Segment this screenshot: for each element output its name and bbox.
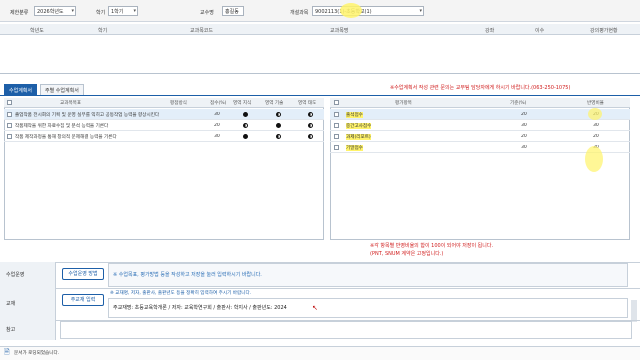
col-objective: 교과목목표 — [60, 101, 82, 106]
knowledge-dot-icon — [243, 134, 248, 139]
objective-text: 작품제작을 위한 자료수집 및 분석 능력을 기른다 — [15, 124, 109, 129]
col-eval-ratio: 반영비율 — [587, 101, 604, 106]
reference-input[interactable] — [60, 321, 632, 339]
term-value: 1학기 — [111, 9, 124, 15]
highlight-mark — [585, 146, 603, 172]
reference-label: 참고 — [0, 320, 56, 340]
col-year: 학년도 — [30, 28, 44, 34]
table-row[interactable] — [330, 142, 630, 153]
textbook-scrollbar[interactable] — [631, 300, 637, 322]
category-value: 2026학년도 — [37, 9, 64, 15]
document-icon: 🗎 — [4, 348, 10, 356]
status-bar — [0, 346, 640, 360]
highlight-mark — [588, 108, 602, 120]
eval-item-name: 기말점수 — [346, 145, 363, 151]
ratio-warning: ※각 항목별 반영비율의 합이 100이 되어야 저장이 됩니다. — [370, 243, 494, 249]
col-skill: 영역 기술 — [265, 101, 284, 106]
objective-text: 작품 제작과정을 통해 창의적 문제해결 능력을 기른다 — [15, 135, 117, 140]
status-text: 문서가 로딩되었습니다. — [14, 351, 60, 356]
chevron-down-icon: ▾ — [419, 8, 422, 14]
col-section: 강좌 — [485, 28, 495, 34]
row-checkbox[interactable] — [334, 112, 339, 117]
category-select[interactable]: 2026학년도 ▾ — [34, 6, 76, 16]
objective-text: 졸업작품 전시회의 기획 및 운영 실무를 익히고 공동작업 능력을 향상시킨다 — [15, 113, 160, 118]
term-select[interactable]: 1학기 ▾ — [108, 6, 138, 16]
cursor-icon: ↖ — [312, 304, 318, 312]
row-checkbox[interactable] — [334, 123, 339, 128]
operation-text[interactable]: ※ 수업목표, 평가방법 등을 작성하고 저장을 눌러 입력하시기 바랍니다. — [108, 263, 628, 287]
course-label: 개설과목 — [290, 10, 309, 16]
row-checkbox[interactable] — [7, 123, 12, 128]
textbook-entry-button[interactable]: 주교재 입력 — [62, 294, 104, 306]
col-percent: 점수(%) — [210, 101, 227, 106]
attitude-dot-icon — [308, 134, 313, 139]
operation-label: 수업운영 — [0, 262, 56, 288]
tab-divider — [0, 95, 640, 96]
knowledge-dot-icon — [243, 112, 248, 117]
eval-item-base: 20 — [521, 134, 527, 139]
col-eval-item: 평가항목 — [395, 101, 412, 106]
contact-notice: ※수업계획서 작성 관련 문의는 교무팀 담당자에게 하시기 바랍니다.(063… — [390, 85, 571, 91]
col-term: 학기 — [98, 28, 108, 34]
eval-item-name: 과제(리포트) — [346, 134, 371, 140]
col-code: 교과목코드 — [190, 28, 214, 34]
course-select[interactable]: 9002113(1)-초등학교(1) ▾ — [312, 6, 424, 16]
eval-item-base: 30 — [521, 123, 527, 128]
table-row[interactable] — [330, 109, 630, 120]
evaluation-table-header — [330, 98, 630, 108]
objective-percent: 30 — [214, 134, 220, 139]
chevron-down-icon: ▾ — [133, 8, 136, 14]
table-row[interactable] — [330, 120, 630, 131]
col-credit: 이수 — [535, 28, 545, 34]
eval-item-name: 출석점수 — [346, 112, 363, 118]
eval-item-ratio[interactable]: 30 — [593, 123, 599, 128]
attitude-dot-icon — [308, 123, 313, 128]
row-checkbox[interactable] — [334, 145, 339, 150]
textbook-label: 교재 — [0, 288, 56, 320]
col-eval-base: 기준(%) — [510, 101, 527, 106]
operation-method-button[interactable]: 수업운영 방법 — [62, 268, 104, 280]
row-checkbox[interactable] — [334, 134, 339, 139]
skill-dot-icon — [276, 134, 281, 139]
category-label: 제한분류 — [10, 10, 29, 16]
eval-item-base: 30 — [521, 145, 527, 150]
select-all-checkbox[interactable] — [7, 100, 12, 105]
skill-dot-icon — [276, 123, 281, 128]
textbook-hint: ※ 교재명, 저자, 출판사, 출판년도 등을 정확히 입력하여 주시기 바랍니… — [110, 291, 252, 296]
attitude-dot-icon — [308, 112, 313, 117]
col-evaluation: 강의평가현황 — [590, 28, 618, 34]
professor-input[interactable]: 홍길동 — [222, 6, 244, 16]
objective-percent: 20 — [214, 123, 220, 128]
col-method: 평점방식 — [170, 101, 187, 106]
table-row[interactable] — [330, 131, 630, 142]
skill-dot-icon — [276, 112, 281, 117]
tab-syllabus[interactable]: 수업계획서 — [4, 84, 38, 95]
eval-item-base: 20 — [521, 112, 527, 117]
eval-item-ratio[interactable]: 20 — [593, 134, 599, 139]
chevron-down-icon: ▾ — [71, 8, 74, 14]
tab-weekly-syllabus[interactable]: 주별 수업계획서 — [40, 84, 84, 95]
col-attitude: 영역 태도 — [298, 101, 317, 106]
professor-label: 교수명 — [200, 10, 214, 16]
col-knowledge: 영역 지식 — [233, 101, 252, 106]
col-name: 교과목명 — [330, 28, 349, 34]
objective-percent: 30 — [214, 112, 220, 117]
select-all-checkbox[interactable] — [334, 100, 339, 105]
knowledge-dot-icon — [243, 123, 248, 128]
eval-item-name: 중간고사점수 — [346, 123, 372, 129]
row-checkbox[interactable] — [7, 112, 12, 117]
highlight-mark — [340, 3, 362, 18]
ratio-warning-fixed: (PNT, SNUM 계약은 고정입니다.) — [370, 251, 444, 257]
professor-value: 홍길동 — [225, 9, 239, 15]
textbook-text[interactable]: 주교재명: 초등교육학개론 / 저자: 교육학연구회 / 출판사: 학지사 / … — [108, 298, 628, 318]
row-checkbox[interactable] — [7, 134, 12, 139]
term-label: 학기 — [96, 10, 106, 16]
